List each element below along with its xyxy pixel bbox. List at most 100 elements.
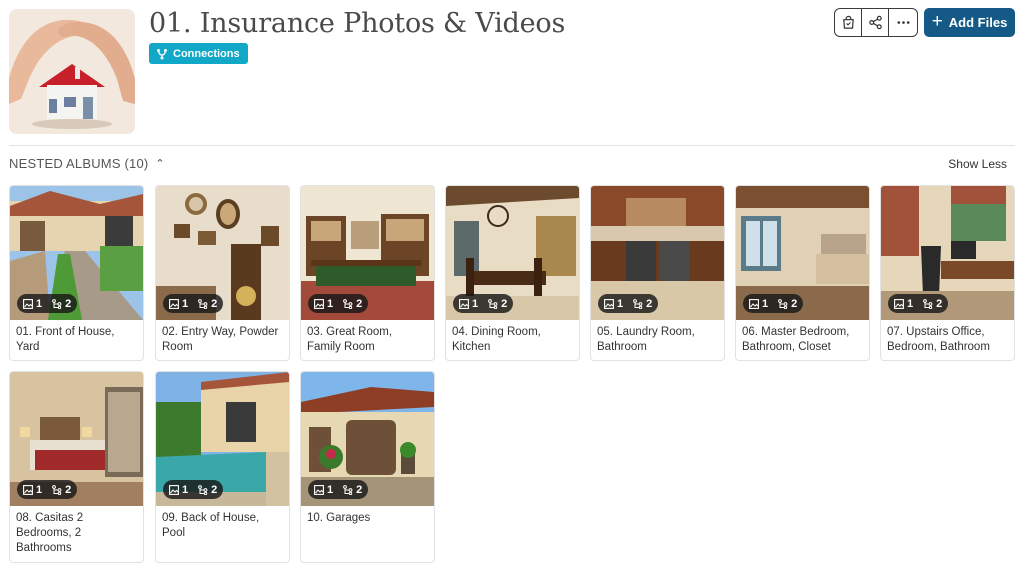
album-thumbnail: 1 2 [301, 372, 434, 506]
album-title: 05. Laundry Room, Bathroom [597, 326, 695, 353]
photo-count: 1 [762, 297, 769, 310]
nested-album-count: 2 [791, 297, 798, 310]
page-title: 01. Insurance Photos & Videos [149, 8, 566, 39]
album-title: 04. Dining Room, Kitchen [452, 326, 541, 353]
album-title: 07. Upstairs Office, Bedroom, Bathroom [887, 326, 990, 353]
photo-count: 1 [182, 297, 189, 310]
photo-icon [169, 484, 179, 495]
album-card[interactable]: 1 2 03. Great Room, Family Room [300, 185, 435, 361]
nested-albums-icon [923, 298, 933, 309]
album-counts-badge: 1 2 [888, 294, 949, 313]
album-counts-badge: 1 2 [17, 294, 78, 313]
album-card[interactable]: 1 2 09. Back of House, Pool [155, 371, 290, 563]
album-counts-badge: 1 2 [743, 294, 804, 313]
nested-albums-icon [198, 484, 208, 495]
album-thumbnail: 1 2 [10, 372, 143, 506]
nested-albums-icon [633, 298, 643, 309]
album-title: 09. Back of House, Pool [162, 512, 260, 539]
nested-album-count: 2 [65, 297, 72, 310]
photo-icon [169, 298, 179, 309]
photo-icon [894, 298, 904, 309]
nested-album-count: 2 [646, 297, 653, 310]
nested-album-count: 2 [936, 297, 943, 310]
nested-albums-icon [488, 298, 498, 309]
nested-albums-icon [52, 298, 62, 309]
nested-albums-title: NESTED ALBUMS (10) [9, 156, 149, 171]
album-thumbnail: 1 2 [156, 372, 289, 506]
photo-icon [23, 298, 33, 309]
photo-count: 1 [472, 297, 479, 310]
album-thumbnail: 1 2 [156, 186, 289, 320]
nested-album-count: 2 [211, 297, 218, 310]
show-less-link[interactable]: Show Less [948, 157, 1007, 171]
nested-album-count: 2 [501, 297, 508, 310]
album-cover-image [9, 9, 135, 134]
connections-badge[interactable]: Connections [149, 43, 248, 64]
album-thumbnail: 1 2 [881, 186, 1014, 320]
header-divider [9, 145, 1015, 146]
album-title: 08. Casitas 2 Bedrooms, 2 Bathrooms [16, 512, 84, 554]
plus-icon: + [931, 11, 943, 32]
album-card[interactable]: 1 2 08. Casitas 2 Bedrooms, 2 Bathrooms [9, 371, 144, 563]
photo-count: 1 [36, 483, 43, 496]
share-button[interactable] [862, 9, 889, 36]
nested-albums-icon [778, 298, 788, 309]
photo-icon [604, 298, 614, 309]
album-thumbnail: 1 2 [736, 186, 869, 320]
nested-albums-icon [52, 484, 62, 495]
album-thumbnail: 1 2 [301, 186, 434, 320]
shopping-bag-icon [842, 15, 854, 29]
share-icon [868, 15, 882, 30]
nested-album-count: 2 [356, 483, 363, 496]
album-thumbnail: 1 2 [591, 186, 724, 320]
album-counts-badge: 1 2 [17, 480, 78, 499]
nested-album-count: 2 [356, 297, 363, 310]
album-title: 03. Great Room, Family Room [307, 326, 393, 353]
album-card[interactable]: 1 2 04. Dining Room, Kitchen [445, 185, 580, 361]
nested-albums-header[interactable]: NESTED ALBUMS (10) ⌃ [9, 156, 165, 171]
more-icon [897, 21, 909, 24]
album-counts-badge: 1 2 [453, 294, 514, 313]
add-files-button[interactable]: + Add Files [924, 8, 1015, 37]
buy-button[interactable] [835, 9, 862, 36]
add-files-label: Add Files [948, 15, 1008, 30]
photo-icon [314, 298, 324, 309]
album-title: 02. Entry Way, Powder Room [162, 326, 279, 353]
album-card[interactable]: 1 2 05. Laundry Room, Bathroom [590, 185, 725, 361]
photo-count: 1 [182, 483, 189, 496]
more-button[interactable] [889, 9, 917, 36]
nested-albums-icon [343, 484, 353, 495]
photo-icon [459, 298, 469, 309]
connections-icon [157, 48, 167, 59]
album-counts-badge: 1 2 [163, 294, 224, 313]
album-counts-badge: 1 2 [308, 480, 369, 499]
nested-album-count: 2 [65, 483, 72, 496]
photo-count: 1 [327, 297, 334, 310]
album-thumbnail: 1 2 [10, 186, 143, 320]
photo-count: 1 [617, 297, 624, 310]
nested-album-count: 2 [211, 483, 218, 496]
album-title: 06. Master Bedroom, Bathroom, Closet [742, 326, 850, 353]
album-card[interactable]: 1 2 02. Entry Way, Powder Room [155, 185, 290, 361]
album-counts-badge: 1 2 [163, 480, 224, 499]
album-thumbnail: 1 2 [446, 186, 579, 320]
nested-albums-icon [343, 298, 353, 309]
album-counts-badge: 1 2 [308, 294, 369, 313]
album-card[interactable]: 1 2 06. Master Bedroom, Bathroom, Closet [735, 185, 870, 361]
album-card[interactable]: 1 2 07. Upstairs Office, Bedroom, Bathro… [880, 185, 1015, 361]
album-card[interactable]: 1 2 01. Front of House, Yard [9, 185, 144, 361]
chevron-up-icon: ⌃ [155, 158, 165, 170]
album-title: 01. Front of House, Yard [16, 326, 115, 353]
nested-albums-icon [198, 298, 208, 309]
photo-count: 1 [907, 297, 914, 310]
toolbar-actions [834, 8, 918, 37]
album-card[interactable]: 1 2 10. Garages [300, 371, 435, 563]
photo-count: 1 [327, 483, 334, 496]
connections-label: Connections [173, 47, 240, 60]
album-counts-badge: 1 2 [598, 294, 659, 313]
photo-icon [749, 298, 759, 309]
photo-count: 1 [36, 297, 43, 310]
album-title: 10. Garages [307, 512, 371, 524]
photo-icon [23, 484, 33, 495]
photo-icon [314, 484, 324, 495]
